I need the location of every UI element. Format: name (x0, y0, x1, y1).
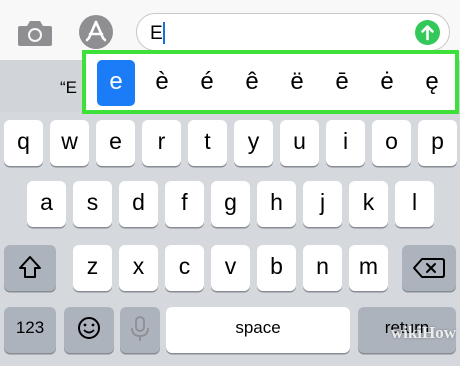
key-n[interactable]: n (303, 245, 342, 291)
arrow-up-icon (421, 25, 434, 41)
watermark: wikiHow (390, 323, 456, 342)
message-input[interactable]: E (136, 13, 450, 51)
accent-option[interactable]: ę (413, 60, 451, 106)
key-e[interactable]: e (96, 120, 135, 166)
accent-option[interactable]: è (143, 60, 181, 106)
key-a[interactable]: a (27, 181, 66, 227)
key-f[interactable]: f (165, 181, 204, 227)
key-k[interactable]: k (349, 181, 388, 227)
accent-option[interactable]: ė (368, 60, 406, 106)
app-store-icon[interactable] (79, 15, 113, 49)
key-o[interactable]: o (372, 120, 411, 166)
predictive-suggestion[interactable]: “E (60, 78, 77, 98)
camera-icon[interactable] (16, 18, 54, 48)
key-p[interactable]: p (418, 120, 457, 166)
dictation-key[interactable] (120, 307, 160, 353)
key-h[interactable]: h (257, 181, 296, 227)
shift-key[interactable] (4, 245, 56, 291)
accent-option[interactable]: ē (323, 60, 361, 106)
key-r[interactable]: r (142, 120, 181, 166)
key-s[interactable]: s (73, 181, 112, 227)
space-key[interactable]: space (166, 307, 350, 353)
accent-options: eèéêëēėę (97, 60, 452, 106)
numbers-key[interactable]: 123 (4, 307, 56, 353)
backspace-icon (413, 258, 445, 278)
key-y[interactable]: y (234, 120, 273, 166)
key-j[interactable]: j (303, 181, 342, 227)
message-text: E (150, 23, 163, 44)
key-i[interactable]: i (326, 120, 365, 166)
key-b[interactable]: b (257, 245, 296, 291)
key-z[interactable]: z (73, 245, 112, 291)
text-cursor (163, 22, 165, 44)
key-m[interactable]: m (349, 245, 388, 291)
emoji-key[interactable] (64, 307, 114, 353)
key-v[interactable]: v (211, 245, 250, 291)
key-c[interactable]: c (165, 245, 204, 291)
emoji-icon (78, 317, 100, 339)
accent-option[interactable]: ê (233, 60, 271, 106)
key-t[interactable]: t (188, 120, 227, 166)
shift-icon (19, 256, 41, 278)
key-q[interactable]: q (4, 120, 43, 166)
key-u[interactable]: u (280, 120, 319, 166)
accent-popup: eèéêëēėę (82, 50, 459, 114)
accent-option[interactable]: é (188, 60, 226, 106)
key-w[interactable]: w (50, 120, 89, 166)
key-l[interactable]: l (395, 181, 434, 227)
key-d[interactable]: d (119, 181, 158, 227)
send-button[interactable] (415, 20, 440, 45)
delete-key[interactable] (402, 245, 456, 291)
key-g[interactable]: g (211, 181, 250, 227)
accent-option[interactable]: e (97, 60, 135, 106)
key-x[interactable]: x (119, 245, 158, 291)
accent-option[interactable]: ë (278, 60, 316, 106)
microphone-icon (131, 316, 149, 341)
